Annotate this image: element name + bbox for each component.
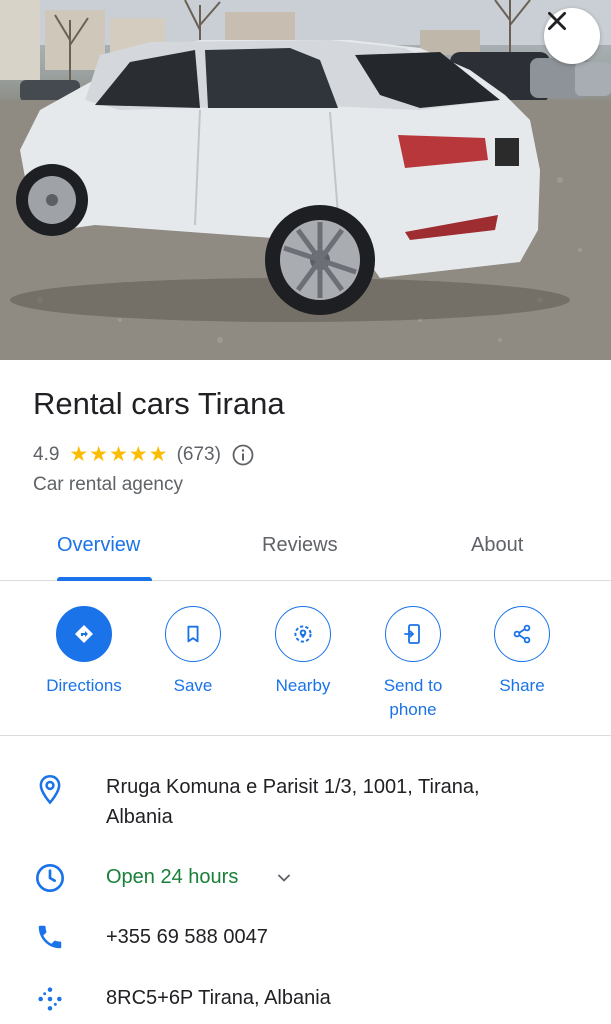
- place-title: Rental cars Tirana: [33, 386, 285, 421]
- place-category: Car rental agency: [33, 474, 183, 495]
- active-tab-indicator: [57, 577, 152, 581]
- nearby-icon: [275, 606, 331, 662]
- info-icon[interactable]: [231, 443, 255, 467]
- chevron-down-icon[interactable]: [274, 868, 294, 893]
- rating-value: 4.9: [33, 443, 60, 465]
- send-to-phone-icon: [385, 606, 441, 662]
- review-count[interactable]: (673): [177, 444, 221, 466]
- close-icon: [548, 12, 566, 30]
- plus-code-row[interactable]: 8RC5+6P Tirana, Albania: [0, 983, 611, 1015]
- address-row[interactable]: Rruga Komuna e Parisit 1/3, 1001, Tirana…: [0, 772, 611, 836]
- save-button[interactable]: Save: [138, 606, 248, 698]
- directions-label: Directions: [46, 676, 122, 695]
- plus-code-icon: [34, 983, 66, 1015]
- tab-reviews[interactable]: Reviews: [262, 534, 338, 557]
- share-label: Share: [499, 676, 545, 695]
- tab-overview[interactable]: Overview: [57, 534, 140, 557]
- hours-row[interactable]: Open 24 hours: [0, 862, 611, 894]
- plus-code-text: 8RC5+6P Tirana, Albania: [106, 987, 331, 1009]
- action-bar: Directions Save Nearby Send to phone Sha…: [0, 582, 611, 736]
- location-pin-icon: [34, 774, 66, 806]
- address-text: Rruga Komuna e Parisit 1/3, 1001, Tirana…: [106, 776, 480, 828]
- save-label: Save: [173, 676, 213, 695]
- car-photo-illustration: [0, 0, 611, 360]
- close-button[interactable]: [544, 8, 600, 64]
- share-button[interactable]: Share: [467, 606, 577, 698]
- place-photo[interactable]: [0, 0, 611, 360]
- bookmark-icon: [165, 606, 221, 662]
- tab-bar: Overview Reviews About: [0, 520, 611, 581]
- clock-icon: [34, 862, 66, 894]
- directions-button[interactable]: Directions: [29, 606, 139, 698]
- hours-status: Open 24 hours: [106, 866, 239, 888]
- rating-stars: ★★★★★: [69, 443, 169, 466]
- phone-number: +355 69 588 0047: [106, 926, 268, 948]
- send-to-phone-label: Send to phone: [383, 676, 443, 719]
- tab-about[interactable]: About: [471, 534, 523, 557]
- nearby-label: Nearby: [275, 676, 331, 695]
- nearby-button[interactable]: Nearby: [248, 606, 358, 698]
- directions-icon: [56, 606, 112, 662]
- rating-summary[interactable]: 4.9 ★★★★★ (673): [33, 442, 255, 467]
- phone-row[interactable]: +355 69 588 0047: [0, 922, 611, 954]
- send-to-phone-button[interactable]: Send to phone: [358, 606, 468, 722]
- phone-icon: [34, 922, 66, 952]
- share-icon: [494, 606, 550, 662]
